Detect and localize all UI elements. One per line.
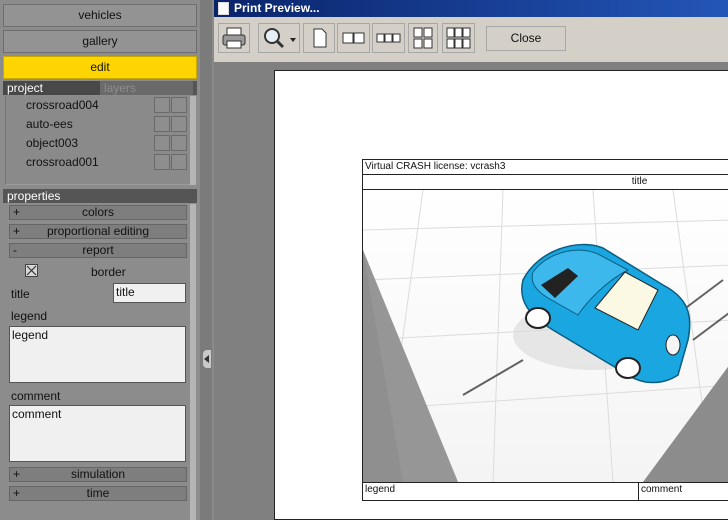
window-title: Print Preview... xyxy=(234,1,320,15)
three-pages-icon xyxy=(376,33,401,43)
list-item[interactable]: object003 xyxy=(6,134,191,153)
report-frame: Virtual CRASH license: vcrash3 title leg… xyxy=(362,159,728,501)
title-label: title xyxy=(11,287,30,301)
zoom-icon xyxy=(264,28,296,49)
visibility-toggle[interactable] xyxy=(154,97,170,113)
expand-icon: + xyxy=(13,467,21,481)
section-label: simulation xyxy=(70,467,126,481)
project-layers-tabs: project layers xyxy=(3,81,197,95)
close-button[interactable]: Close xyxy=(486,26,566,51)
project-item-label: object003 xyxy=(26,136,79,150)
expand-icon: + xyxy=(13,486,21,500)
vehicles-button[interactable]: vehicles xyxy=(3,4,197,27)
print-preview-window: Print Preview... Close Virtual CRASH lic… xyxy=(214,0,728,520)
list-item[interactable]: auto-ees xyxy=(6,115,191,134)
print-button[interactable] xyxy=(218,23,250,53)
simulation-section[interactable]: + simulation xyxy=(9,467,187,482)
toolbar: Close xyxy=(214,17,728,63)
tab-layers[interactable]: layers xyxy=(100,81,193,95)
one-page-button[interactable] xyxy=(303,23,335,53)
colors-section[interactable]: + colors xyxy=(9,205,187,220)
page-preview: Virtual CRASH license: vcrash3 title leg… xyxy=(274,70,728,520)
project-item-label: crossroad001 xyxy=(26,155,99,169)
visibility-toggle[interactable] xyxy=(154,116,170,132)
two-pages-icon xyxy=(342,32,365,44)
project-scrollbar[interactable] xyxy=(190,96,196,185)
properties-header: properties xyxy=(3,189,197,203)
comment-field[interactable]: comment xyxy=(9,405,186,462)
properties-scrollbar[interactable] xyxy=(190,204,196,520)
one-page-icon xyxy=(313,28,327,48)
lock-toggle[interactable] xyxy=(171,97,187,113)
proportional-editing-section[interactable]: + proportional editing xyxy=(9,224,187,239)
panel-splitter[interactable] xyxy=(200,0,212,520)
two-pages-button[interactable] xyxy=(337,23,370,53)
four-pages-button[interactable] xyxy=(408,23,438,53)
report-legend: legend xyxy=(365,484,396,495)
project-list: crossroad004 auto-ees object003 crossroa… xyxy=(5,96,191,185)
preview-area[interactable]: Virtual CRASH license: vcrash3 title leg… xyxy=(214,62,728,520)
section-label: time xyxy=(86,486,110,500)
three-pages-button[interactable] xyxy=(372,23,405,53)
document-icon xyxy=(218,2,229,15)
comment-label: comment xyxy=(11,389,61,403)
legend-label: legend xyxy=(11,309,48,323)
window-titlebar[interactable]: Print Preview... xyxy=(214,0,728,17)
scene-image xyxy=(363,190,728,482)
license-text: Virtual CRASH license: vcrash3 xyxy=(365,161,506,172)
printer-icon xyxy=(222,27,246,49)
lock-toggle[interactable] xyxy=(171,154,187,170)
project-item-label: auto-ees xyxy=(26,117,73,131)
title-field[interactable]: title xyxy=(113,283,186,303)
list-item[interactable]: crossroad004 xyxy=(6,96,191,115)
gallery-button[interactable]: gallery xyxy=(3,30,197,53)
legend-field[interactable]: legend xyxy=(9,326,186,383)
project-item-label: crossroad004 xyxy=(26,98,99,112)
section-label: proportional editing xyxy=(46,224,150,238)
collapse-icon: - xyxy=(13,243,17,257)
report-title: title xyxy=(631,176,648,187)
left-panel: vehicles gallery edit project layers cros… xyxy=(0,0,200,520)
border-label: border xyxy=(91,265,126,279)
zoom-button[interactable] xyxy=(258,23,300,53)
border-checkbox[interactable] xyxy=(25,264,38,277)
time-section[interactable]: + time xyxy=(9,486,187,501)
checkbox-checked-icon xyxy=(26,265,37,276)
lock-toggle[interactable] xyxy=(171,116,187,132)
section-label: report xyxy=(82,243,114,257)
expand-icon: + xyxy=(13,224,21,238)
four-pages-icon xyxy=(413,27,433,49)
edit-button[interactable]: edit xyxy=(3,56,197,79)
tab-project[interactable]: project xyxy=(3,81,100,95)
visibility-toggle[interactable] xyxy=(154,154,170,170)
report-comment: comment xyxy=(641,484,683,495)
list-item[interactable]: crossroad001 xyxy=(6,153,191,172)
expand-icon: + xyxy=(13,205,21,219)
lock-toggle[interactable] xyxy=(171,135,187,151)
collapse-arrow-icon[interactable] xyxy=(203,350,211,368)
six-pages-button[interactable] xyxy=(442,23,475,53)
section-label: colors xyxy=(81,205,114,219)
report-section[interactable]: - report xyxy=(9,243,187,258)
six-pages-icon xyxy=(446,27,471,49)
visibility-toggle[interactable] xyxy=(154,135,170,151)
